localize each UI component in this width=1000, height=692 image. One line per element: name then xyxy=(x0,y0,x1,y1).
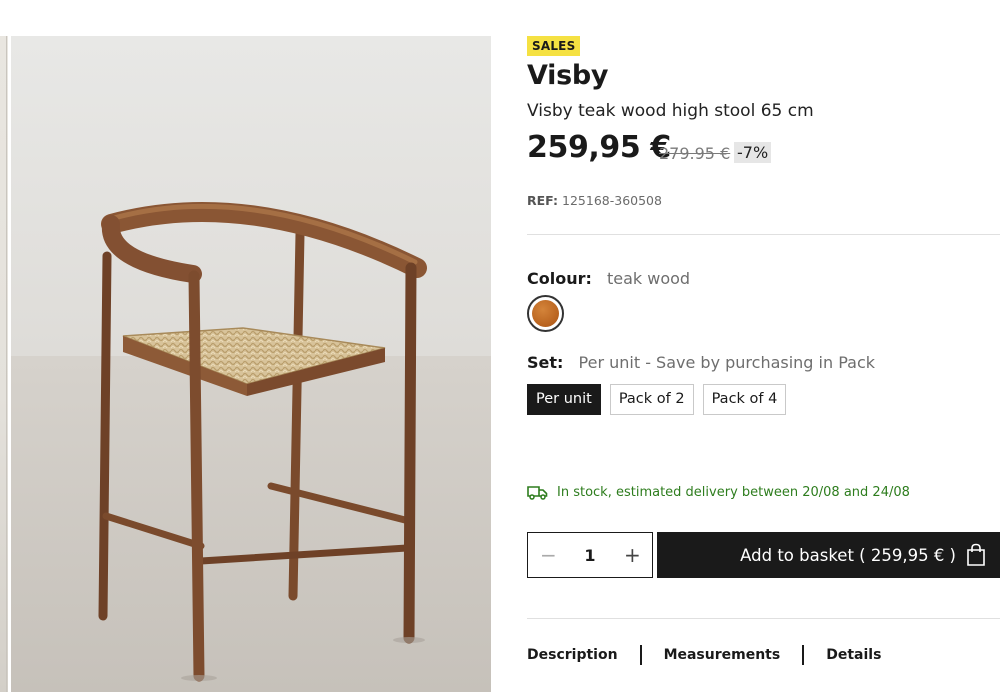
add-to-basket-label: Add to basket ( 259,95 € ) xyxy=(740,545,956,565)
tab-measurements[interactable]: Measurements xyxy=(664,647,781,663)
product-subtitle: Visby teak wood high stool 65 cm xyxy=(527,101,814,121)
set-selector-label: Set: Per unit - Save by purchasing in Pa… xyxy=(527,353,875,372)
colour-selector-label: Colour: teak wood xyxy=(527,269,690,288)
original-price: 279.95 € xyxy=(659,144,731,163)
sales-badge: SALES xyxy=(527,36,581,56)
product-reference: REF: 125168-360508 xyxy=(527,193,662,208)
product-image[interactable] xyxy=(11,36,491,692)
colour-swatch-teak-wood[interactable] xyxy=(527,295,564,332)
divider xyxy=(527,618,1000,619)
set-option-pack-of-2[interactable]: Pack of 2 xyxy=(609,384,694,415)
stock-status: In stock, estimated delivery between 20/… xyxy=(527,485,910,500)
ref-label: REF: xyxy=(527,193,559,208)
quantity-stepper: − 1 + xyxy=(527,532,653,578)
tab-separator xyxy=(802,645,805,665)
set-label: Set: xyxy=(527,353,564,372)
ref-value: 125168-360508 xyxy=(562,193,662,208)
colour-value: teak wood xyxy=(606,269,691,288)
quantity-value[interactable]: 1 xyxy=(584,546,595,565)
swatch-color xyxy=(532,300,559,327)
add-to-basket-button[interactable]: Add to basket ( 259,95 € ) xyxy=(657,532,1000,578)
teak-stool-photo xyxy=(11,36,491,692)
colour-label: Colour: xyxy=(527,269,592,288)
discount-badge: -7% xyxy=(734,142,772,163)
truck-icon xyxy=(527,486,548,500)
shopping-bag-icon xyxy=(967,543,985,566)
product-tabs: Description Measurements Details xyxy=(527,645,881,665)
tab-separator xyxy=(639,645,642,665)
decrease-quantity-button[interactable]: − xyxy=(540,545,557,565)
set-value: Per unit - Save by purchasing in Pack xyxy=(578,353,876,372)
previous-image-thumbnail[interactable] xyxy=(0,36,8,692)
set-option-per-unit[interactable]: Per unit xyxy=(527,384,601,415)
product-title: Visby xyxy=(527,60,609,91)
tab-details[interactable]: Details xyxy=(826,647,881,663)
tab-description[interactable]: Description xyxy=(527,647,618,663)
stock-text: In stock, estimated delivery between 20/… xyxy=(557,485,910,500)
divider xyxy=(527,234,1000,235)
increase-quantity-button[interactable]: + xyxy=(624,545,641,565)
current-price: 259,95 € xyxy=(527,130,671,165)
set-option-pack-of-4[interactable]: Pack of 4 xyxy=(702,384,787,415)
product-info-panel: SALES Visby Visby teak wood high stool 6… xyxy=(527,0,1000,692)
set-options: Per unit Pack of 2 Pack of 4 xyxy=(527,384,787,415)
